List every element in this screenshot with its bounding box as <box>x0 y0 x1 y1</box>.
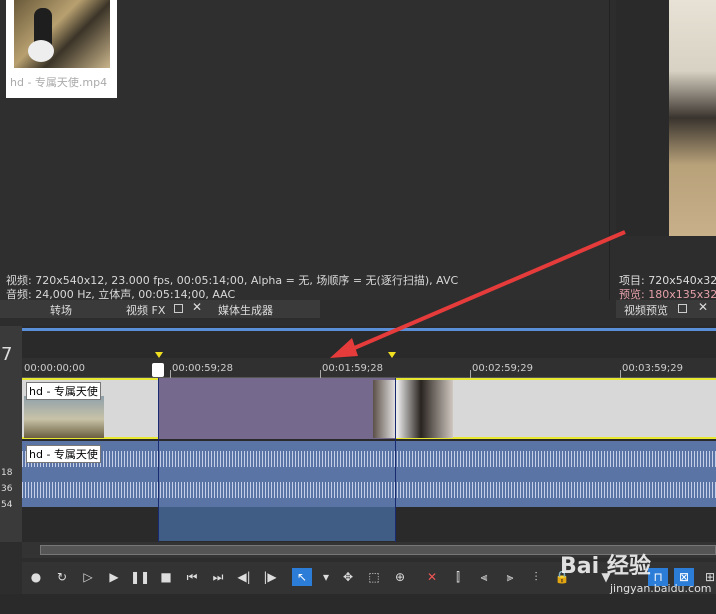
ruler-tick-label: 00:00:59;28 <box>172 363 234 374</box>
dropdown-icon[interactable]: ▾ <box>316 568 336 586</box>
status-bar <box>0 594 716 614</box>
stop-icon[interactable]: ■ <box>156 568 176 586</box>
audio-waveform-left <box>22 451 716 467</box>
watermark-site: jingyan.baidu.com <box>610 582 712 595</box>
audio-waveform-right <box>22 482 716 498</box>
ruler-tick <box>620 370 621 378</box>
pause-icon[interactable]: ❚❚ <box>130 568 150 586</box>
prev-marker-icon[interactable]: ⏮ <box>182 568 202 586</box>
db-label: 54 <box>1 500 13 510</box>
undock-icon[interactable] <box>174 304 183 313</box>
ruler-tick-label: 00:01:59;28 <box>322 363 384 374</box>
ruler-tick-label: 00:00:00;00 <box>24 363 86 374</box>
prev-frame-icon[interactable]: ◀| <box>234 568 254 586</box>
selection-end-line <box>395 378 396 542</box>
undock-icon[interactable] <box>678 304 687 313</box>
loop-start-marker[interactable] <box>155 352 163 358</box>
close-icon[interactable]: ✕ <box>192 300 202 314</box>
db-label: 36 <box>1 484 13 494</box>
ruler-tick-label: 00:02:59;29 <box>472 363 534 374</box>
loop-region-bar[interactable] <box>22 328 716 331</box>
zoom-tool-icon[interactable]: ⊕ <box>390 568 410 586</box>
play-from-start-icon[interactable]: ▷ <box>78 568 98 586</box>
trim-start-icon[interactable]: ⫷ <box>474 568 494 586</box>
selection-tool-icon[interactable]: ⬚ <box>364 568 384 586</box>
playhead-cursor[interactable] <box>152 363 164 377</box>
tab-video-preview[interactable]: 视频预览 <box>624 302 668 318</box>
record-icon[interactable]: ● <box>26 568 46 586</box>
ruler-tick <box>470 370 471 378</box>
normal-edit-tool-icon[interactable]: ↖ <box>292 568 312 586</box>
tab-transitions[interactable]: 转场 <box>50 302 72 318</box>
watermark-logo: Bai 经验 <box>560 554 651 579</box>
selection-start-line <box>158 378 159 542</box>
audio-clip-label: hd - 专属天使 <box>26 445 101 463</box>
loop-end-marker[interactable] <box>388 352 396 358</box>
media-file-name: hd - 专属天使.mp4 <box>10 76 108 89</box>
next-marker-icon[interactable]: ⏭ <box>208 568 228 586</box>
close-icon[interactable]: ✕ <box>698 300 708 314</box>
ruler-tick-label: 00:03:59;29 <box>622 363 684 374</box>
video-clip-thumbnail[interactable] <box>24 396 104 438</box>
play-icon[interactable]: ▶ <box>104 568 124 586</box>
media-thumbnail-image[interactable] <box>14 0 110 68</box>
delete-icon[interactable]: ✕ <box>422 568 442 586</box>
loop-icon[interactable]: ↻ <box>52 568 72 586</box>
split-icon[interactable]: ⫶ <box>526 568 546 586</box>
envelope-tool-icon[interactable]: ✥ <box>338 568 358 586</box>
ruler-tick <box>170 370 171 378</box>
trim-icon[interactable]: ⫿ <box>448 568 468 586</box>
next-frame-icon[interactable]: |▶ <box>260 568 280 586</box>
tab-media-generators[interactable]: 媒体生成器 <box>218 302 273 318</box>
db-label: 18 <box>1 468 13 478</box>
trim-end-icon[interactable]: ⫸ <box>500 568 520 586</box>
video-clip-label: hd - 专属天使 <box>26 382 101 400</box>
time-selection-below <box>158 507 396 541</box>
video-clip-thumbnail[interactable] <box>373 380 453 438</box>
ruler-tick <box>320 370 321 378</box>
tab-video-fx[interactable]: 视频 FX <box>126 302 165 318</box>
preview-frame <box>669 0 716 236</box>
time-selection[interactable] <box>158 378 396 439</box>
track-number: 7 <box>1 344 13 365</box>
